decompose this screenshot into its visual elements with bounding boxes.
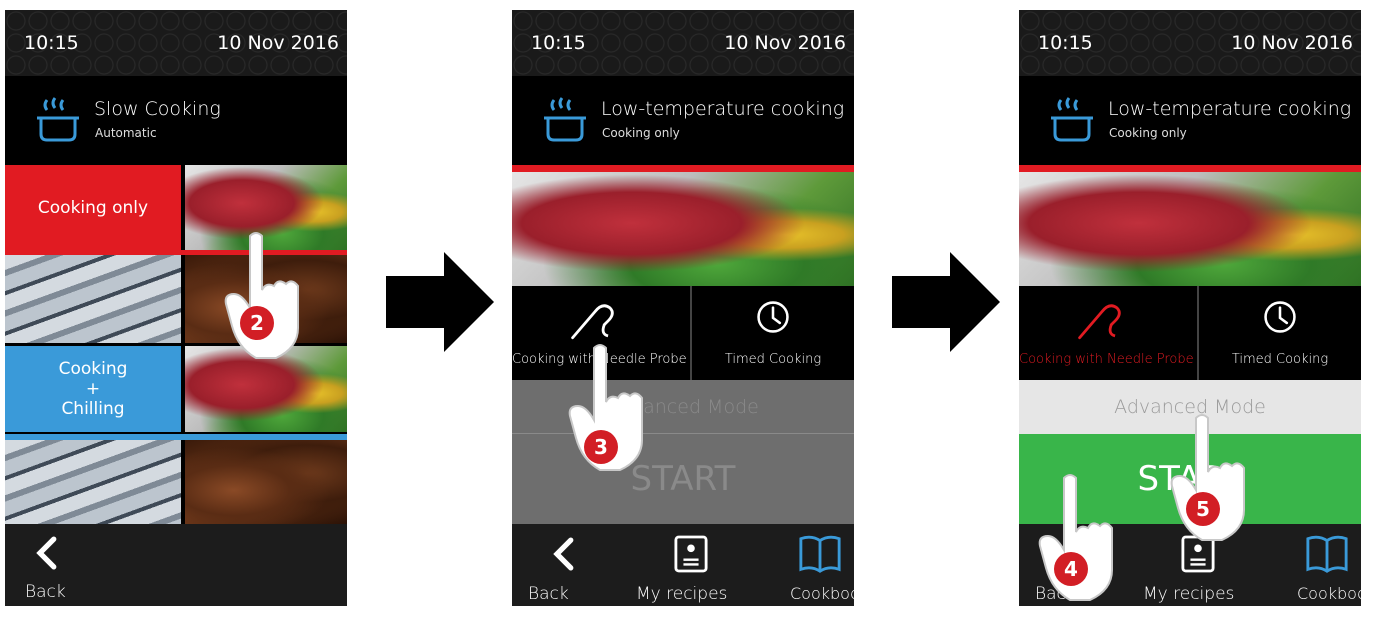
steaming-pot-icon (544, 97, 586, 142)
timed-cooking-label: Timed Cooking (1231, 352, 1329, 367)
tile-fish-image-2[interactable] (5, 440, 181, 524)
bottom-bar: Back My recipes Cookbook (512, 524, 854, 606)
timed-cooking-label: Timed Cooking (724, 352, 822, 367)
cookbook-button[interactable]: Cookbook (1281, 524, 1361, 606)
steaming-pot-icon (37, 97, 79, 142)
step-badge: 2 (240, 306, 274, 340)
my-recipes-label: My recipes (636, 584, 728, 604)
clock-icon (757, 301, 789, 333)
mode-title: Slow Cooking (94, 98, 221, 120)
mode-subtitle: Cooking only (1109, 126, 1187, 140)
cookbook-button[interactable]: Cookbook (774, 524, 854, 606)
tap-hand-step-5: 5 (1168, 410, 1254, 550)
tap-hand-step-3: 3 (566, 340, 652, 480)
status-bar: 10:15 10 Nov 2016 (512, 10, 854, 76)
fish-photo (5, 440, 181, 524)
red-divider (512, 165, 854, 172)
mode-subtitle: Cooking only (602, 126, 680, 140)
mode-title: Low-temperature cooking (601, 98, 845, 120)
step-badge: 4 (1054, 552, 1088, 586)
back-label: Back (25, 582, 66, 602)
status-date: 10 Nov 2016 (724, 32, 846, 54)
cookbook-label: Cookbook (790, 584, 854, 603)
back-button[interactable]: Back (512, 524, 602, 606)
status-time: 10:15 (24, 32, 79, 54)
needle-probe-option[interactable]: Cooking with Needle Probe (1019, 286, 1194, 380)
clock-icon (1264, 301, 1296, 333)
timed-cooking-option[interactable]: Timed Cooking (692, 286, 854, 380)
chocolate-photo (185, 440, 347, 524)
arrow-right-icon (892, 252, 1000, 352)
back-button[interactable]: Back (5, 524, 95, 606)
mode-header: Slow Cooking Automatic (5, 76, 347, 164)
red-divider (1019, 165, 1361, 172)
status-bar: 10:15 10 Nov 2016 (5, 10, 347, 76)
open-book-icon (1306, 535, 1348, 573)
status-time: 10:15 (531, 32, 586, 54)
meat-hero-image (1019, 172, 1361, 286)
screen-low-temp-initial: 10:15 10 Nov 2016 Low-temperature cookin… (512, 10, 854, 606)
steaming-pot-icon (1051, 97, 1093, 142)
tile-cooking-only-label: Cooking only (37, 197, 149, 218)
arrow-right-icon (386, 252, 494, 352)
recipe-card-icon (674, 535, 708, 573)
open-book-icon (799, 535, 841, 573)
tile-cooking-only[interactable]: Cooking only (5, 165, 181, 250)
tap-hand-step-4: 4 (1036, 470, 1122, 610)
my-recipes-button[interactable]: My recipes (630, 524, 740, 606)
pointing-hand-icon (224, 232, 299, 359)
needle-probe-label: Cooking with Needle Probe (1019, 352, 1194, 367)
step-badge: 5 (1186, 492, 1220, 526)
status-bar: 10:15 10 Nov 2016 (1019, 10, 1361, 76)
chevron-left-icon (36, 536, 57, 570)
tile-fish-image[interactable] (5, 255, 181, 343)
cooking-options: Cooking with Needle Probe Timed Cooking (512, 286, 854, 380)
status-date: 10 Nov 2016 (217, 32, 339, 54)
mode-subtitle: Automatic (95, 126, 157, 140)
chevron-left-icon (553, 537, 574, 571)
needle-probe-icon (571, 304, 614, 340)
pointing-hand-icon (1038, 474, 1113, 601)
start-button[interactable]: START (512, 434, 854, 524)
my-recipes-label: My recipes (1143, 584, 1235, 604)
status-date: 10 Nov 2016 (1231, 32, 1353, 54)
tile-cooking-chilling-line1: Cooking (58, 359, 128, 379)
tap-hand-step-2: 2 (222, 228, 308, 368)
status-time: 10:15 (1038, 32, 1093, 54)
meat-hero-image (512, 172, 854, 286)
cooking-options: Cooking with Needle Probe Timed Cooking (1019, 286, 1361, 380)
pointing-hand-icon (1170, 414, 1245, 541)
mode-title: Low-temperature cooking (1108, 98, 1352, 120)
timed-cooking-option[interactable]: Timed Cooking (1199, 286, 1361, 380)
tile-cooking-chilling[interactable]: Cooking + Chilling (5, 346, 181, 432)
fish-photo (5, 255, 181, 343)
back-label: Back (528, 584, 569, 604)
bottom-bar: Back (5, 524, 347, 606)
step-badge: 3 (584, 430, 618, 464)
needle-probe-icon (1078, 304, 1121, 340)
cookbook-label: Cookbook (1297, 584, 1361, 603)
mode-header: Low-temperature cooking Cooking only (1019, 76, 1361, 164)
tile-chocolate-image-2[interactable] (185, 440, 347, 524)
advanced-mode-button[interactable]: Advanced Mode (512, 380, 854, 434)
tile-cooking-chilling-plus: + (85, 379, 101, 399)
tile-cooking-chilling-line2: Chilling (61, 399, 125, 419)
mode-header: Low-temperature cooking Cooking only (512, 76, 854, 164)
